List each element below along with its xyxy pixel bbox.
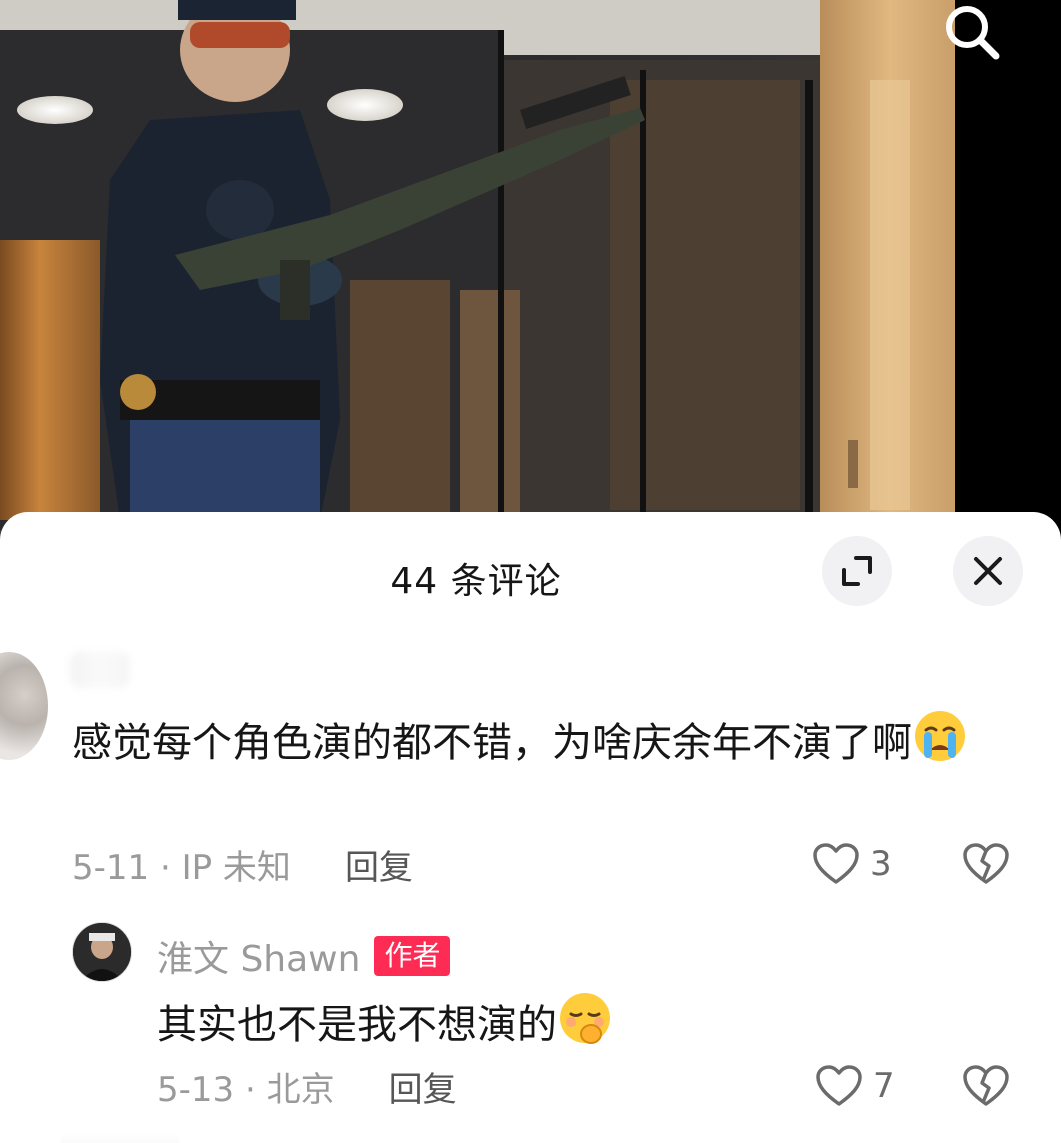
reply-button[interactable]: 回复 [345, 840, 413, 889]
reply-date-location: 5-13 · 北京 [157, 1070, 335, 1110]
author-name[interactable]: 淮文 Shawn [157, 930, 360, 982]
author-avatar-image [73, 923, 131, 981]
comment-text: 感觉每个角色演的都不错，为啥庆余年不演了啊 [72, 708, 1002, 771]
expand-button[interactable] [822, 536, 892, 606]
crying-face-emoji [915, 711, 965, 761]
reply-meta: 5-13 · 北京 回复 [157, 1062, 457, 1111]
heart-icon [813, 843, 859, 884]
like-count: 3 [870, 844, 892, 884]
video-frame [0, 0, 1061, 560]
dislike-button[interactable] [962, 1064, 1010, 1108]
close-icon [974, 557, 1002, 585]
avatar[interactable] [0, 652, 48, 760]
author-badge: 作者 [374, 936, 451, 976]
broken-heart-icon [963, 1065, 1009, 1106]
video-player[interactable] [0, 0, 1061, 560]
reply-author[interactable]: 淮文 Shawn 作者 [157, 930, 451, 982]
username-blurred[interactable] [70, 652, 130, 688]
comment-sheet: 44 条评论 感觉每个角色演的都不错，为啥庆余年不演了啊 5-11 · IP 未… [0, 512, 1061, 1143]
like-button[interactable]: 3 [812, 842, 892, 886]
shushing-face-emoji [560, 993, 610, 1044]
search-icon [946, 6, 1000, 60]
next-comment-avatar-peek [60, 1132, 180, 1143]
broken-heart-icon [963, 843, 1009, 884]
author-avatar[interactable] [72, 922, 132, 982]
screen: 44 条评论 感觉每个角色演的都不错，为啥庆余年不演了啊 5-11 · IP 未… [0, 0, 1061, 1143]
comment-date-location: 5-11 · IP 未知 [72, 848, 291, 888]
dislike-button[interactable] [962, 842, 1010, 886]
like-count: 7 [873, 1066, 895, 1106]
search-button[interactable] [940, 0, 1020, 74]
reply-button[interactable]: 回复 [389, 1062, 457, 1111]
reply-text: 其实也不是我不想演的 [157, 990, 613, 1053]
reply-text-content: 其实也不是我不想演的 [157, 1002, 557, 1048]
close-button[interactable] [953, 536, 1023, 606]
comment-text-content: 感觉每个角色演的都不错，为啥庆余年不演了啊 [72, 720, 912, 766]
expand-icon [842, 556, 872, 586]
heart-icon [816, 1065, 862, 1106]
comment-meta: 5-11 · IP 未知 回复 [72, 840, 413, 889]
comment-count-title: 44 条评论 [390, 561, 562, 602]
like-button[interactable]: 7 [815, 1064, 895, 1108]
